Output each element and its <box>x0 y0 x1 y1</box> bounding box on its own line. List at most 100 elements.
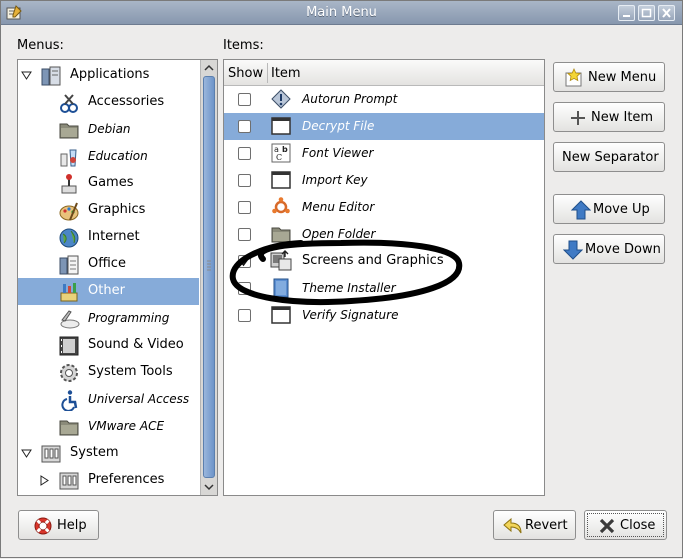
item-row-theme-installer[interactable]: Theme Installer <box>224 275 544 302</box>
expander-expanded-icon[interactable] <box>21 448 32 459</box>
tree-item-label: Graphics <box>88 202 146 217</box>
tree-item-games[interactable]: Games <box>18 170 199 197</box>
maximize-icon <box>641 8 652 18</box>
show-checkbox[interactable] <box>238 174 251 187</box>
tree-item-programming[interactable]: Programming <box>18 305 199 332</box>
tree-item-system-tools[interactable]: System Tools <box>18 359 199 386</box>
close-window-button[interactable] <box>658 5 675 21</box>
revert-button[interactable]: Revert <box>493 510 576 540</box>
tree-item-label: Office <box>88 256 126 271</box>
item-row-decrypt-file[interactable]: Decrypt File <box>224 113 544 140</box>
other-icon <box>60 283 78 302</box>
theme-installer-icon <box>273 278 289 298</box>
show-checkbox[interactable] <box>238 228 251 241</box>
tree-item-label: Accessories <box>88 94 165 109</box>
show-checkbox[interactable] <box>238 282 251 295</box>
show-checkbox[interactable] <box>238 201 251 214</box>
new-item-button[interactable]: New Item <box>553 102 665 132</box>
education-icon <box>60 149 77 167</box>
item-row-import-key[interactable]: Import Key <box>224 167 544 194</box>
title-bar[interactable]: Main Menu <box>1 1 682 25</box>
window-icon <box>271 306 291 324</box>
close-x-icon <box>599 518 615 534</box>
menus-scroll-thumb[interactable] <box>203 76 215 478</box>
new-menu-button[interactable]: New Menu <box>553 62 665 92</box>
tree-item-internet[interactable]: Internet <box>18 224 199 251</box>
expander-collapsed-icon[interactable] <box>39 475 50 486</box>
folder-icon <box>271 227 291 243</box>
new-separator-button[interactable]: New Separator <box>553 142 665 172</box>
maximize-button[interactable] <box>638 5 655 21</box>
tree-item-education[interactable]: Education <box>18 143 199 170</box>
arrow-down-icon <box>563 240 583 260</box>
show-checkbox[interactable] <box>238 147 251 160</box>
item-row-font-viewer[interactable]: a b C Font Viewer <box>224 140 544 167</box>
tree-item-graphics[interactable]: Graphics <box>18 197 199 224</box>
item-row-screens-and-graphics[interactable]: Screens and Graphics <box>224 248 544 275</box>
tree-item-vmware-ace[interactable]: VMware ACE <box>18 413 199 440</box>
items-header: Show Item <box>224 60 544 86</box>
move-down-button[interactable]: Move Down <box>553 234 665 264</box>
tree-item-accessories[interactable]: Accessories <box>18 89 199 116</box>
menus-scrollbar[interactable] <box>200 60 217 495</box>
menus-tree[interactable]: Applications Accessories Debian Education Ga… <box>17 59 218 496</box>
revert-icon <box>503 517 522 534</box>
arrow-up-icon <box>571 200 591 220</box>
system-icon <box>41 445 61 463</box>
show-checkbox[interactable] <box>238 120 251 133</box>
help-label: Help <box>57 518 87 533</box>
tree-item-office[interactable]: Office <box>18 251 199 278</box>
close-button[interactable]: Close <box>584 510 667 540</box>
move-up-button[interactable]: Move Up <box>553 194 665 224</box>
item-row-verify-signature[interactable]: Verify Signature <box>224 302 544 329</box>
item-label: Screens and Graphics <box>302 253 444 268</box>
show-checkbox[interactable] <box>238 93 251 106</box>
tree-item-universal-access[interactable]: Universal Access <box>18 386 199 413</box>
tree-item-label: System <box>70 445 119 460</box>
screens-graphics-icon <box>270 250 292 271</box>
tree-item-label: Other <box>88 283 125 298</box>
internet-icon <box>59 228 79 248</box>
tree-item-system[interactable]: System <box>18 440 199 467</box>
sound-video-icon <box>59 336 79 356</box>
checkmark-icon <box>240 257 250 267</box>
tree-item-label: Preferences <box>88 472 165 487</box>
svg-text:C: C <box>276 153 282 162</box>
items-list[interactable]: Show Item Autorun Prompt Decrypt File a b C F… <box>223 59 545 496</box>
tree-item-label: VMware ACE <box>88 419 165 433</box>
tree-item-label: Programming <box>88 311 170 325</box>
tree-item-applications[interactable]: Applications <box>18 62 199 89</box>
item-label: Autorun Prompt <box>302 92 398 106</box>
pane-resize-grip[interactable] <box>206 259 212 273</box>
column-show[interactable]: Show <box>228 66 263 81</box>
item-row-open-folder[interactable]: Open Folder <box>224 221 544 248</box>
tree-item-label: Education <box>88 149 148 163</box>
window-icon <box>271 171 291 189</box>
help-button[interactable]: Help <box>18 510 99 540</box>
universal-access-icon <box>61 390 78 411</box>
expander-expanded-icon[interactable] <box>21 70 32 81</box>
column-separator <box>267 63 268 83</box>
revert-label: Revert <box>525 518 568 533</box>
close-label: Close <box>620 518 656 533</box>
scroll-up-icon[interactable] <box>202 61 216 75</box>
programming-icon <box>60 310 80 329</box>
tree-item-preferences[interactable]: Preferences <box>18 467 199 494</box>
window-icon <box>271 117 291 135</box>
tree-item-debian[interactable]: Debian <box>18 116 199 143</box>
column-item[interactable]: Item <box>271 66 301 81</box>
show-checkbox[interactable] <box>238 309 251 322</box>
office-icon <box>59 255 79 275</box>
scroll-down-icon[interactable] <box>202 480 216 494</box>
tree-item-other[interactable]: Other <box>18 278 199 305</box>
show-checkbox[interactable] <box>238 255 251 268</box>
item-row-autorun-prompt[interactable]: Autorun Prompt <box>224 86 544 113</box>
folder-icon <box>59 420 79 436</box>
new-item-label: New Item <box>591 110 654 125</box>
graphics-icon <box>59 202 79 221</box>
help-lifebuoy-icon <box>34 517 52 535</box>
item-row-menu-editor[interactable]: Menu Editor <box>224 194 544 221</box>
tree-item-sound-video[interactable]: Sound & Video <box>18 332 199 359</box>
minimize-button[interactable] <box>618 5 635 21</box>
items-label: Items: <box>223 38 264 53</box>
